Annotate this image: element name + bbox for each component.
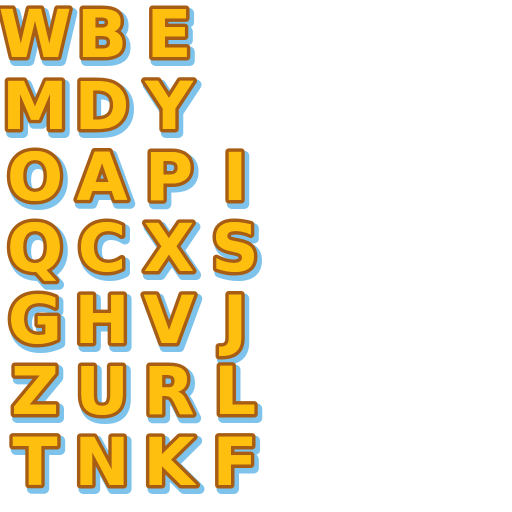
letter-glyph-w: WWW — [0, 0, 79, 82]
letter-tile-m: MMM — [0, 65, 76, 155]
letter-face: E — [146, 0, 191, 73]
letter-face: I — [223, 139, 248, 216]
letter-tile-g: GGG — [2, 279, 70, 369]
letter-glyph-a: AAA — [73, 136, 136, 226]
letter-tile-c: CCC — [69, 207, 135, 297]
letter-tile-u: UUU — [69, 350, 137, 440]
letter-glyph-n: NNN — [71, 421, 138, 511]
letter-tile-j: JJJ — [202, 279, 268, 369]
letter-tile-r: RRR — [136, 350, 202, 440]
letter-tile-a: AAA — [69, 136, 136, 226]
letter-tile-t: TTT — [2, 421, 68, 511]
letter-tile-q: QQQ — [2, 207, 71, 297]
letter-glyph-k: KKK — [140, 421, 206, 511]
letter-tile-b: BBB — [69, 0, 135, 82]
letter-glyph-f: FFF — [209, 421, 266, 511]
letter-tile-i: III — [202, 136, 268, 226]
letter-face: Y — [144, 68, 194, 145]
letter-glyph-b: BBB — [73, 0, 135, 82]
letter-glyph-p: PPP — [141, 136, 201, 226]
letter-glyph-u: UUU — [72, 350, 137, 440]
letter-sprite-sheet: WWW BBB EEE MMM DDD YYY OOO AAA PPP III … — [0, 0, 512, 512]
letter-face: X — [144, 210, 195, 287]
letter-tile-w: WWW — [0, 0, 79, 82]
letter-face: F — [212, 424, 257, 501]
letter-glyph-z: ZZZ — [8, 350, 67, 440]
letter-glyph-s: SSS — [208, 207, 267, 297]
letter-face: V — [143, 282, 194, 359]
letter-glyph-e: EEE — [143, 0, 200, 82]
letter-glyph-q: QQQ — [3, 207, 71, 297]
letter-face: G — [8, 282, 62, 359]
letter-face: K — [143, 424, 197, 501]
letter-face: O — [7, 139, 63, 216]
letter-face: T — [12, 424, 57, 501]
letter-face: B — [77, 0, 127, 73]
letter-face: A — [76, 139, 127, 216]
letter-tile-s: SSS — [202, 207, 268, 297]
letter-tile-f: FFF — [202, 421, 268, 511]
letter-face: R — [144, 353, 195, 430]
letter-tile-k: KKK — [136, 421, 206, 511]
letter-face: W — [0, 0, 71, 73]
letter-glyph-v: VVV — [140, 279, 203, 369]
letter-tile-n: NNN — [69, 421, 138, 511]
letter-tile-h: HHH — [69, 279, 138, 369]
letter-glyph-o: OOO — [3, 136, 71, 226]
letter-face: P — [145, 139, 193, 216]
letter-glyph-g: GGG — [4, 279, 70, 369]
letter-tile-p: PPP — [136, 136, 202, 226]
letter-glyph-h: HHH — [71, 279, 138, 369]
letter-glyph-i: III — [219, 136, 255, 226]
letter-tile-o: OOO — [2, 136, 71, 226]
letter-glyph-t: TTT — [9, 421, 66, 511]
letter-glyph-d: DDD — [71, 65, 137, 155]
letter-face: M — [2, 68, 68, 145]
letter-glyph-c: CCC — [74, 207, 134, 297]
letter-glyph-j: JJJ — [215, 279, 255, 369]
letter-face: D — [75, 68, 130, 145]
letter-tile-e: EEE — [136, 0, 202, 82]
letter-face: J — [219, 282, 248, 359]
letter-tile-x: XXX — [136, 207, 202, 297]
letter-tile-y: YYY — [136, 65, 203, 155]
letter-glyph-l: LLL — [210, 350, 264, 440]
letter-glyph-m: MMM — [0, 65, 76, 155]
letter-face: C — [78, 210, 126, 287]
letter-face: S — [211, 210, 259, 287]
letter-face: Z — [11, 353, 59, 430]
letter-face: H — [74, 282, 129, 359]
letter-tile-l: LLL — [202, 350, 268, 440]
letter-face: N — [74, 424, 129, 501]
letter-glyph-y: YYY — [141, 65, 203, 155]
letter-face: U — [75, 353, 129, 430]
letter-glyph-r: RRR — [140, 350, 202, 440]
letter-tile-v: VVV — [136, 279, 203, 369]
letter-face: Q — [7, 210, 63, 287]
letter-glyph-x: XXX — [140, 207, 202, 297]
letter-tile-d: DDD — [69, 65, 137, 155]
letter-face: L — [214, 353, 256, 430]
letter-tile-z: ZZZ — [2, 350, 68, 440]
